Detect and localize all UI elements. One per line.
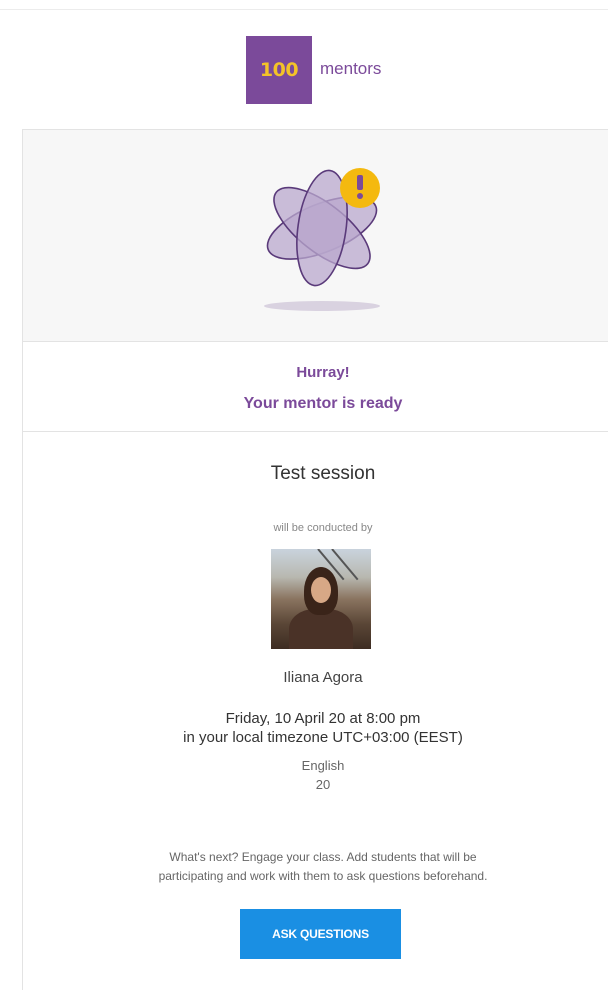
- logo-word: mentors: [320, 59, 382, 78]
- session-language: English: [301, 758, 345, 773]
- session-datetime: Friday, 10 April 20 at 8:00 pm in your l…: [23, 709, 608, 747]
- headline-line-1: Hurray!: [296, 364, 350, 381]
- brand-logo[interactable]: 100 mentors: [0, 36, 608, 106]
- datetime-line-1: Friday, 10 April 20 at 8:00 pm: [225, 710, 421, 727]
- next-steps-text: What's next? Engage your class. Add stud…: [23, 848, 608, 886]
- next-steps-line-2: participating and work with them to ask …: [158, 869, 488, 883]
- session-seats: 20: [315, 777, 331, 792]
- ask-questions-button[interactable]: ASK QUESTIONS: [240, 909, 401, 959]
- email-card: Hurray! Your mentor is ready Test sessio…: [22, 129, 608, 990]
- logo-number: 100: [246, 36, 312, 104]
- datetime-line-2: in your local timezone UTC+03:00 (EEST): [183, 729, 463, 746]
- session-title: Test session: [270, 463, 376, 484]
- headline-line-2: Your mentor is ready: [243, 395, 403, 412]
- hero-banner: [23, 130, 608, 342]
- top-divider: [0, 9, 608, 10]
- headline: Hurray! Your mentor is ready: [23, 342, 608, 432]
- next-steps-line-1: What's next? Engage your class. Add stud…: [169, 850, 477, 864]
- mentor-name: Iliana Agora: [283, 669, 363, 686]
- mentor-avatar: [271, 549, 371, 649]
- atom-alert-icon: [264, 168, 380, 311]
- conducted-by-label: will be conducted by: [273, 522, 373, 534]
